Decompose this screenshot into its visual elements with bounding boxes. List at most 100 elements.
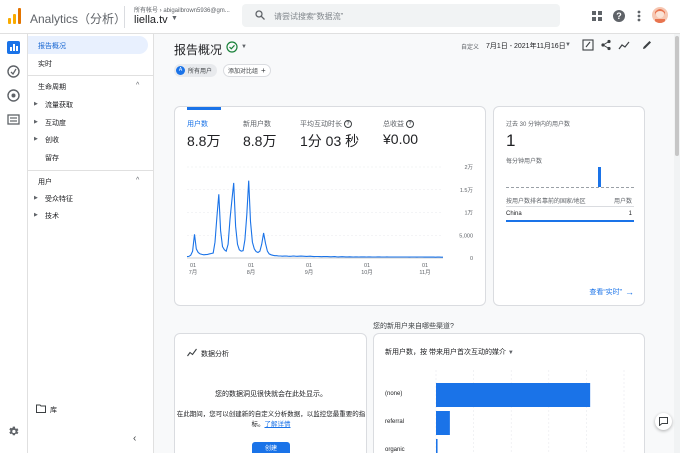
sidebar-item-engagement[interactable]: 互动度: [45, 118, 66, 128]
section-question: 您的新用户来自哪些渠道?: [373, 323, 454, 330]
acquisition-dimension-selector[interactable]: 新用户数，按 带来用户首次互动的媒介 ▼: [385, 347, 514, 357]
more-vert-icon[interactable]: [632, 9, 646, 23]
x-tick-month-label: 7月: [189, 269, 198, 276]
realtime-card: 过去 30 分钟内的用户数 1 每分钟用户数 按用户数排名靠前的国家/地区 用户…: [493, 106, 645, 306]
expand-arrow-icon[interactable]: ▶: [34, 136, 38, 142]
help-icon[interactable]: ?: [612, 9, 626, 23]
sidebar-item-acquisition[interactable]: 流量获取: [45, 100, 73, 110]
metric-users-value[interactable]: 8.8万: [187, 131, 220, 151]
y-tick-label: 5,000: [459, 233, 473, 239]
scrollbar-thumb[interactable]: [675, 36, 679, 156]
chevron-up-icon[interactable]: ^: [136, 82, 139, 89]
title-caret-icon[interactable]: ▼: [241, 44, 247, 50]
search-bar[interactable]: 请尝试搜索“数据流”: [242, 4, 560, 27]
dropdown-caret-icon: ▼: [507, 350, 514, 356]
x-tick-label: 01: [364, 263, 370, 269]
feedback-button[interactable]: [655, 413, 672, 430]
reports-icon[interactable]: [7, 41, 20, 54]
apps-grid-icon[interactable]: [590, 9, 604, 23]
sidebar-item-demographics[interactable]: 受众特征: [45, 194, 73, 204]
svg-text:?: ?: [616, 11, 622, 21]
sidebar-item-tech[interactable]: 技术: [45, 211, 59, 221]
property-name[interactable]: liella.tv: [134, 14, 168, 26]
metric-revenue-label[interactable]: 总收益?: [383, 119, 414, 129]
x-tick-month-label: 9月: [305, 269, 314, 276]
x-tick-label: 01: [306, 263, 312, 269]
advertising-icon[interactable]: [7, 89, 20, 102]
help-icon[interactable]: ?: [344, 120, 352, 129]
property-caret-icon[interactable]: ▼: [171, 15, 178, 22]
learn-more-link[interactable]: 了解详情: [265, 421, 291, 428]
acquisition-bar-chart: (none) referral organic: [385, 370, 625, 453]
arrow-right-icon: →: [625, 287, 634, 297]
header-divider: [124, 6, 125, 28]
chevron-up-icon[interactable]: ^: [136, 177, 139, 184]
sidebar-divider: [28, 170, 153, 171]
sidebar-item-monetization[interactable]: 创收: [45, 135, 59, 145]
configure-icon[interactable]: [7, 113, 20, 126]
source-bar: [436, 439, 438, 453]
analytics-logo-icon[interactable]: [8, 8, 22, 24]
sidebar-item-overview-label[interactable]: 报告概况: [38, 41, 66, 51]
metric-engagement-value[interactable]: 1分 03 秒: [300, 131, 359, 151]
source-bar: [436, 411, 450, 435]
expand-arrow-icon[interactable]: ▶: [34, 195, 38, 201]
avatar[interactable]: [652, 7, 668, 23]
expand-arrow-icon[interactable]: ▶: [34, 212, 38, 218]
acquisition-card: 新用户数，按 带来用户首次互动的媒介 ▼ (none) referral organ…: [373, 333, 645, 453]
metric-engagement-label[interactable]: 平均互动时长?: [300, 119, 352, 129]
bar-label: (none): [385, 391, 402, 397]
sidebar-item-retention[interactable]: 留存: [45, 153, 59, 163]
expand-arrow-icon[interactable]: ▶: [34, 101, 38, 107]
metrics-chart-card: 用户数 8.8万 新用户数 8.8万 平均互动时长? 1分 03 秒 总收益? …: [174, 106, 486, 306]
customize-pencil-icon[interactable]: [641, 39, 653, 51]
view-realtime-link[interactable]: 查看“实时” →: [589, 287, 634, 297]
account-breadcrumb[interactable]: 所有帐号 › abigailbrown5936@gm...: [134, 5, 230, 14]
add-comparison-button[interactable]: 添加对比组 +: [223, 64, 271, 77]
metric-revenue-value[interactable]: ¥0.00: [383, 131, 418, 147]
sidebar-item-realtime[interactable]: 实时: [38, 59, 52, 69]
collapse-sidebar-icon[interactable]: ‹: [133, 433, 136, 444]
metric-new-users-value[interactable]: 8.8万: [243, 131, 276, 151]
segment-badge-icon: A: [176, 66, 185, 75]
create-insight-button[interactable]: 创建: [252, 442, 290, 453]
expand-arrow-icon[interactable]: ▶: [34, 119, 38, 125]
share-icon[interactable]: [600, 39, 612, 51]
app-title: Analytics（分析）: [30, 12, 127, 26]
date-range-picker[interactable]: 7月1日 - 2021年11月16日: [486, 41, 566, 51]
bar-label: referral: [385, 419, 404, 425]
sidebar-section-lifecycle[interactable]: 生命周期: [38, 82, 66, 92]
y-tick-label: 0: [470, 256, 473, 262]
insights-icon: [187, 348, 197, 357]
country-share-bar: [506, 220, 634, 222]
per-minute-bar-chart: [506, 167, 634, 188]
check-circle-icon[interactable]: [226, 41, 238, 53]
folder-icon: [36, 404, 46, 413]
source-bar: [436, 383, 591, 407]
insights-hint: 在此期间，您可以创建新的自定义分析数据，以监控您最重要的指标。了解详情: [176, 411, 366, 428]
realtime-per-minute-label: 每分钟用户数: [506, 159, 543, 165]
y-tick-label: 2万: [464, 164, 473, 171]
feedback-icon: [659, 417, 668, 426]
sidebar-divider: [28, 75, 153, 76]
sidebar-item-library[interactable]: 库: [50, 405, 57, 415]
search-placeholder: 请尝试搜索“数据流”: [274, 12, 344, 21]
plus-icon: +: [261, 66, 266, 75]
edit-report-icon[interactable]: [582, 39, 594, 51]
all-users-chip[interactable]: A 所有用户: [174, 64, 218, 77]
x-tick-label: 01: [248, 263, 254, 269]
selected-metric-indicator: [187, 107, 221, 110]
users-cell: 1: [628, 211, 632, 217]
users-trend-chart: 05,0001万1.5万2万017月018月019月0110月0111月: [186, 164, 473, 276]
metric-users-label[interactable]: 用户数: [187, 119, 208, 129]
insights-icon[interactable]: [618, 39, 630, 51]
country-column-header: 按用户数排名靠前的国家/地区: [506, 199, 586, 205]
metric-new-users-label[interactable]: 新用户数: [243, 119, 271, 129]
explore-icon[interactable]: [7, 65, 20, 78]
users-column-header: 用户数: [613, 199, 632, 205]
sidebar-section-user[interactable]: 用户: [38, 177, 52, 187]
help-icon[interactable]: ?: [406, 120, 414, 129]
settings-gear-icon[interactable]: [7, 425, 20, 438]
left-rail: [0, 34, 28, 453]
date-caret-icon[interactable]: ▼: [565, 42, 571, 48]
